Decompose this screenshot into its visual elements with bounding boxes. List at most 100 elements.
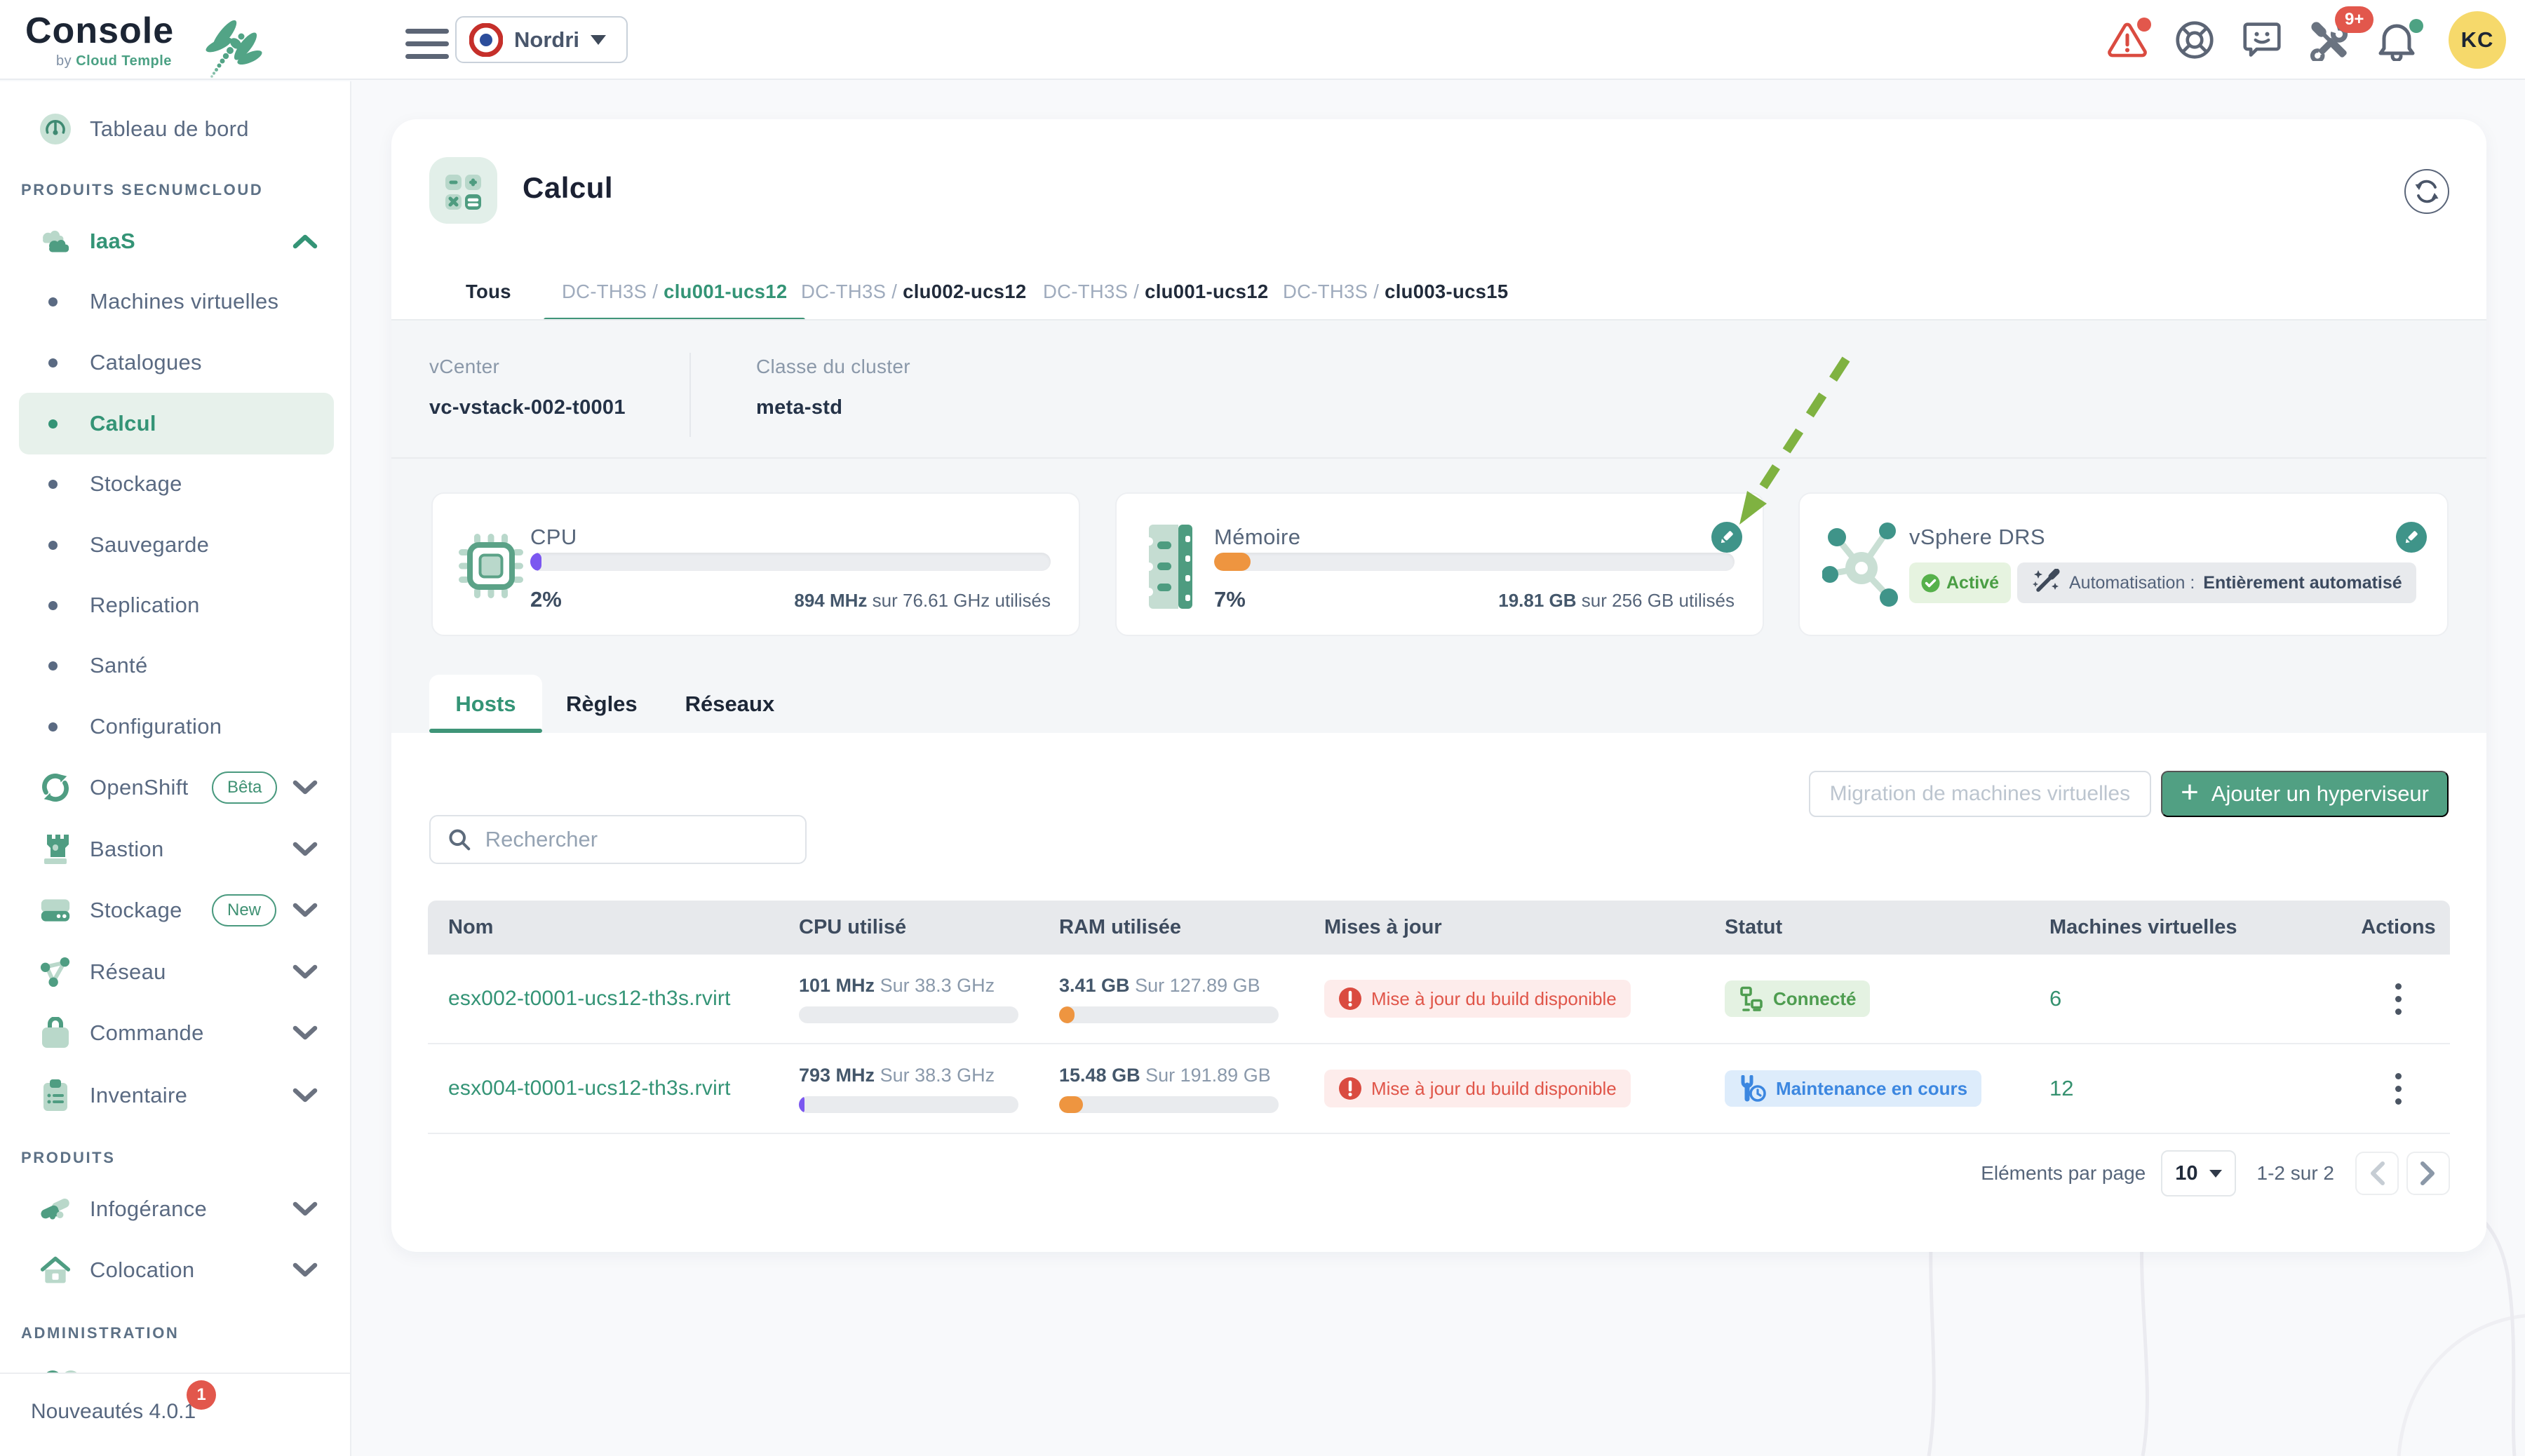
plus-icon: + bbox=[2181, 777, 2199, 808]
storage-drive-icon bbox=[40, 896, 71, 925]
cluster-summary-zone: vCenter vc-vstack-002-t0001 Classe du cl… bbox=[391, 321, 2486, 733]
memory-percent: 7% bbox=[1214, 587, 1246, 612]
sidebar-subitem-stockage[interactable]: Stockage bbox=[0, 453, 350, 515]
bullet-icon bbox=[48, 601, 58, 610]
cpu-percent: 2% bbox=[530, 587, 562, 612]
notifications-button[interactable] bbox=[2377, 20, 2416, 60]
sidebar-section-title: PRODUITS bbox=[21, 1149, 115, 1167]
sidebar-item-dashboard[interactable]: Tableau de bord bbox=[0, 98, 350, 160]
sidebar-item-colocation[interactable]: Colocation bbox=[0, 1239, 350, 1301]
logo-by: by bbox=[56, 53, 72, 69]
handshake-icon bbox=[40, 1195, 71, 1223]
selected-item-highlight bbox=[19, 393, 334, 454]
cpu-cell-bar bbox=[799, 1096, 1018, 1113]
user-avatar[interactable]: KC bbox=[2449, 11, 2506, 69]
subtab-reseaux[interactable]: Réseaux bbox=[661, 675, 799, 733]
subtab-hosts[interactable]: Hosts bbox=[429, 675, 542, 733]
sidebar-item-reseau[interactable]: Réseau bbox=[0, 941, 350, 1003]
sidebar-subitem-configuration[interactable]: Configuration bbox=[0, 696, 350, 757]
ram-cell-bar bbox=[1059, 1096, 1279, 1113]
row-actions-menu[interactable] bbox=[2391, 979, 2406, 1019]
app-logo[interactable]: Console by Cloud Temple bbox=[25, 8, 327, 73]
chevron-up-icon bbox=[292, 234, 318, 249]
sidebar-subitem-machines-virtuelles[interactable]: Machines virtuelles bbox=[0, 271, 350, 332]
ram-cell-text: 15.48 GB Sur 191.89 GB bbox=[1059, 1065, 1324, 1086]
feedback-chat-icon[interactable] bbox=[2242, 19, 2282, 61]
tenant-name: Nordri bbox=[514, 27, 579, 53]
drs-hub-icon bbox=[1822, 522, 1901, 609]
host-name-link[interactable]: esx002-t0001-ucs12-th3s.rvirt bbox=[448, 987, 731, 1010]
sidebar-item-inventaire[interactable]: Inventaire bbox=[0, 1065, 350, 1126]
caret-down-icon bbox=[2209, 1170, 2222, 1178]
table-actions: Migration de machines virtuelles +Ajoute… bbox=[1809, 771, 2449, 817]
error-circle-icon bbox=[1338, 987, 1362, 1011]
sidebar-item-stockage[interactable]: StockageNew bbox=[0, 879, 350, 941]
row-actions-menu[interactable] bbox=[2391, 1069, 2406, 1109]
sidebar-subitem-replication[interactable]: Replication bbox=[0, 574, 350, 636]
sidebar-subitem-sante[interactable]: Santé bbox=[0, 635, 350, 696]
status-badge: Connecté bbox=[1725, 980, 1870, 1017]
sidebar-item-infogerance[interactable]: Infogérance bbox=[0, 1178, 350, 1240]
chevron-down-icon bbox=[292, 780, 318, 795]
host-name-link[interactable]: esx004-t0001-ucs12-th3s.rvirt bbox=[448, 1077, 731, 1100]
sidebar: Tableau de bord PRODUITS SECNUMCLOUD Iaa… bbox=[0, 81, 351, 1456]
add-hypervisor-button[interactable]: +Ajouter un hyperviseur bbox=[2161, 771, 2449, 817]
sidebar-footer-divider bbox=[0, 1373, 350, 1374]
page-range: 1-2 sur 2 bbox=[2257, 1162, 2335, 1185]
sidebar-item-label: Colocation bbox=[90, 1258, 194, 1283]
sidebar-item-openshift[interactable]: OpenShiftBêta bbox=[0, 757, 350, 818]
drs-enabled-badge: Activé bbox=[1909, 562, 2011, 603]
search-box bbox=[429, 815, 807, 864]
sidebar-item-iaas[interactable]: IaaS bbox=[0, 210, 350, 272]
magic-wand-icon bbox=[2031, 569, 2061, 597]
sidebar-subitem-calcul[interactable]: Calcul bbox=[0, 393, 350, 454]
pagination: Eléments par page 10 1-2 sur 2 bbox=[1981, 1150, 2450, 1197]
edit-drs-button[interactable] bbox=[2396, 522, 2427, 553]
table-row[interactable]: esx004-t0001-ucs12-th3s.rvirt 793 MHz Su… bbox=[428, 1044, 2450, 1134]
tab-clu001-ucs12-selected[interactable]: DC-TH3S / clu001-ucs12 bbox=[544, 259, 805, 321]
alerts-button[interactable] bbox=[2108, 20, 2147, 60]
help-button[interactable] bbox=[2175, 20, 2214, 60]
refresh-button[interactable] bbox=[2404, 169, 2449, 214]
tab-clu003-ucs15[interactable]: DC-TH3S / clu003-ucs15 bbox=[1265, 259, 1526, 321]
per-page-select[interactable]: 10 bbox=[2161, 1150, 2235, 1197]
sidebar-item-label: Inventaire bbox=[90, 1083, 187, 1108]
vcenter-label: vCenter bbox=[429, 356, 499, 378]
refresh-icon bbox=[2413, 178, 2440, 205]
vm-count: 12 bbox=[2049, 1076, 2073, 1100]
bullet-icon bbox=[48, 419, 58, 429]
sidebar-subitem-label: Replication bbox=[90, 593, 200, 618]
cpu-cell-text: 793 MHz Sur 38.3 GHz bbox=[799, 1065, 1059, 1086]
sidebar-subitem-sauvegarde[interactable]: Sauvegarde bbox=[0, 514, 350, 576]
chevron-down-icon bbox=[292, 964, 318, 980]
tab-tous[interactable]: Tous bbox=[447, 259, 530, 321]
cluster-class-label: Classe du cluster bbox=[756, 356, 910, 378]
sidebar-section-title: PRODUITS SECNUMCLOUD bbox=[21, 181, 263, 199]
memory-ram-icon bbox=[1142, 525, 1195, 609]
subtab-regles[interactable]: Règles bbox=[542, 675, 661, 733]
tenant-selector[interactable]: Nordri bbox=[455, 16, 628, 63]
sidebar-item-label: IaaS bbox=[90, 229, 135, 254]
vcenter-value: vc-vstack-002-t0001 bbox=[429, 396, 626, 419]
sidebar-subitem-catalogues[interactable]: Catalogues bbox=[0, 332, 350, 393]
tab-clu001-ucs12[interactable]: DC-TH3S / clu001-ucs12 bbox=[1025, 259, 1286, 321]
menu-toggle-button[interactable] bbox=[405, 29, 449, 60]
feedback-button[interactable] bbox=[2242, 20, 2282, 60]
maintenance-icon bbox=[1739, 1075, 1767, 1102]
edit-memory-button[interactable] bbox=[1711, 522, 1742, 553]
search-input[interactable] bbox=[485, 827, 788, 852]
active-subtab-underline bbox=[429, 729, 542, 733]
main-content: Calcul Tous DC-TH3S / clu001-ucs12 DC-TH… bbox=[353, 81, 2525, 1456]
sidebar-item-commande[interactable]: Commande bbox=[0, 1002, 350, 1064]
tab-clu002-ucs12[interactable]: DC-TH3S / clu002-ucs12 bbox=[783, 259, 1044, 321]
edit-pencil-icon bbox=[1718, 529, 1735, 546]
hosts-table: Nom CPU utilisé RAM utilisée Mises à jou… bbox=[428, 901, 2450, 1134]
tools-button[interactable]: 9+ bbox=[2310, 20, 2349, 60]
sidebar-item-bastion[interactable]: Bastion bbox=[0, 818, 350, 880]
whatsnew-link[interactable]: Nouveautés 4.0.1 bbox=[31, 1400, 196, 1424]
help-lifebuoy-icon[interactable] bbox=[2175, 19, 2214, 61]
migrate-vms-button[interactable]: Migration de machines virtuelles bbox=[1809, 771, 2152, 817]
next-page-button[interactable] bbox=[2406, 1152, 2450, 1195]
table-row[interactable]: esx002-t0001-ucs12-th3s.rvirt 101 MHz Su… bbox=[428, 955, 2450, 1044]
prev-page-button[interactable] bbox=[2355, 1152, 2399, 1195]
